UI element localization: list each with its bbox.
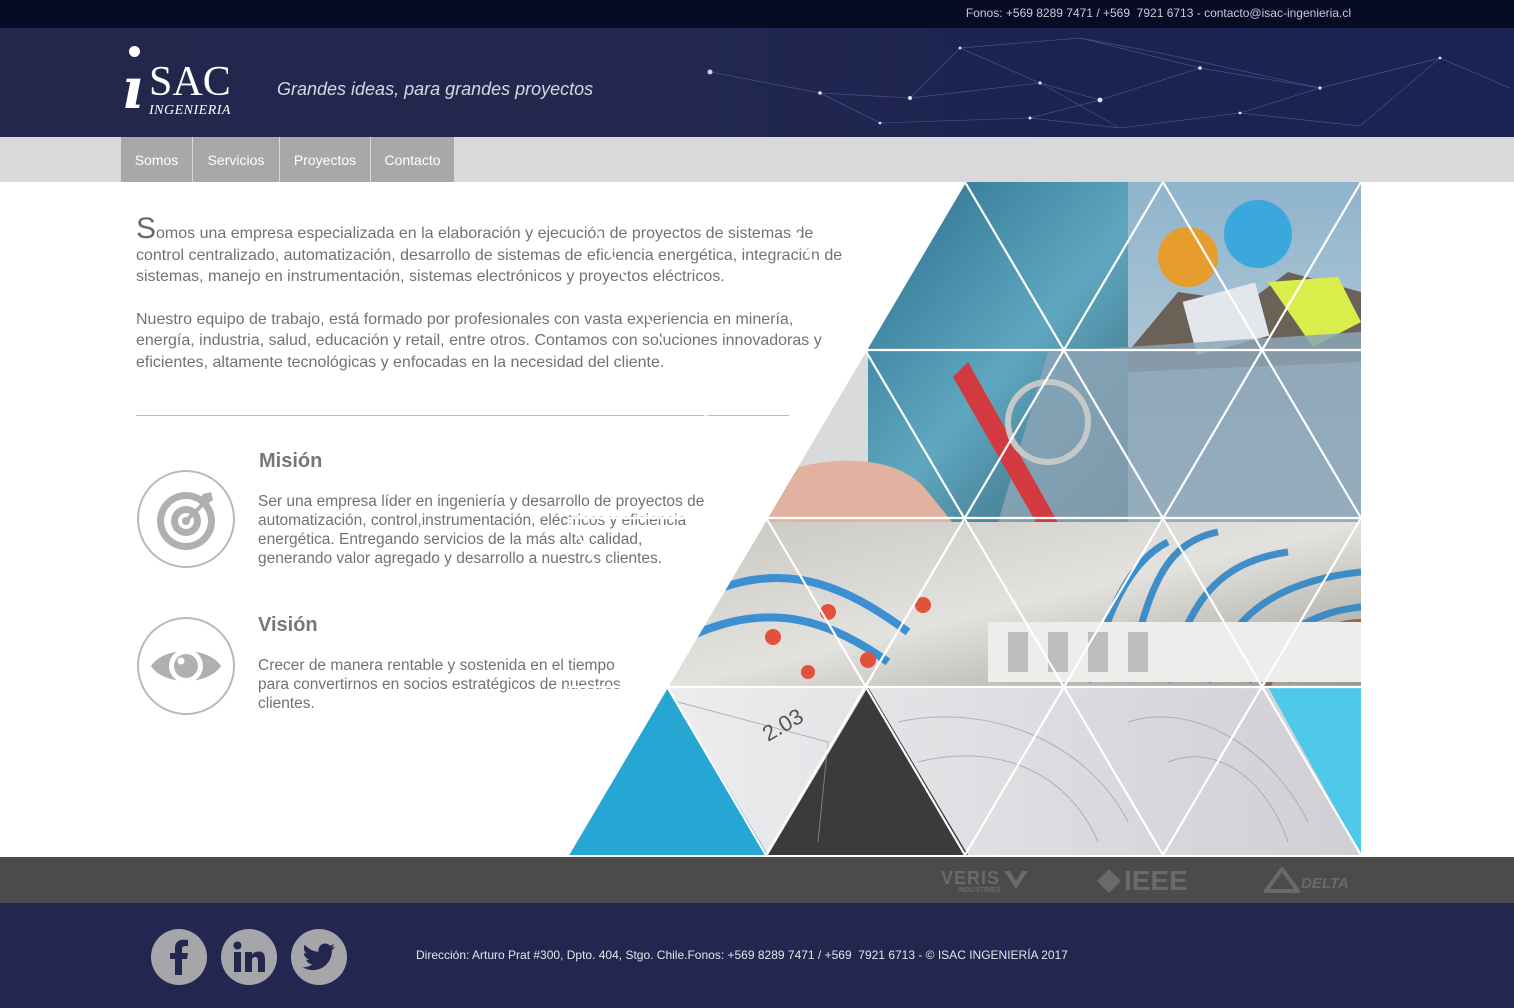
partners-bar: VERIS INDUSTRIES IEEE DELTA xyxy=(0,857,1514,903)
ieee-logo: IEEE xyxy=(1124,865,1188,896)
nav-item-servicios[interactable]: Servicios xyxy=(193,137,280,182)
nav-item-somos[interactable]: Somos xyxy=(121,137,193,182)
veris-mark-icon xyxy=(1004,871,1028,889)
target-icon xyxy=(137,470,235,568)
footer-address: Dirección: Arturo Prat #300, Dpto. 404, … xyxy=(416,948,1068,962)
eye-icon xyxy=(137,617,235,715)
facebook-icon[interactable] xyxy=(151,929,207,985)
tagline: Grandes ideas, para grandes proyectos xyxy=(277,79,594,99)
drop-cap: S xyxy=(136,212,157,245)
isac-logo[interactable]: ı SAC INGENIERIA xyxy=(120,42,250,122)
logo-i: ı xyxy=(122,56,144,122)
ieee-diamond-icon xyxy=(1097,869,1121,893)
top-contact-text: Fonos: +569 8289 7471 / +569 7921 6713 -… xyxy=(965,6,1351,20)
logo-text: SAC xyxy=(149,59,231,105)
nav-item-contacto[interactable]: Contacto xyxy=(371,137,455,182)
top-contact-bar: Fonos: +569 8289 7471 / +569 7921 6713 -… xyxy=(0,0,1514,28)
twitter-icon[interactable] xyxy=(291,929,347,985)
site-footer: Dirección: Arturo Prat #300, Dpto. 404, … xyxy=(0,903,1514,1008)
delta-triangle-icon xyxy=(1264,867,1300,893)
mission-title: Misión xyxy=(259,450,323,472)
veris-logo-subtext: INDUSTRIES xyxy=(958,887,1001,894)
main-nav: Somos Servicios Proyectos Contacto xyxy=(0,137,1514,182)
linkedin-icon[interactable] xyxy=(221,929,277,985)
nav-item-proyectos[interactable]: Proyectos xyxy=(280,137,371,182)
network-background-graphic xyxy=(707,37,1511,129)
veris-logo: VERIS xyxy=(941,868,1001,888)
triangle-photo-mosaic: 2.03 xyxy=(568,182,1361,855)
vision-title: Visión xyxy=(258,614,318,636)
logo-subtext: INGENIERIA xyxy=(149,103,231,118)
site-header: ı SAC INGENIERIA Grandes ideas, para gra… xyxy=(0,28,1514,137)
delta-logo: DELTA xyxy=(1301,875,1349,892)
